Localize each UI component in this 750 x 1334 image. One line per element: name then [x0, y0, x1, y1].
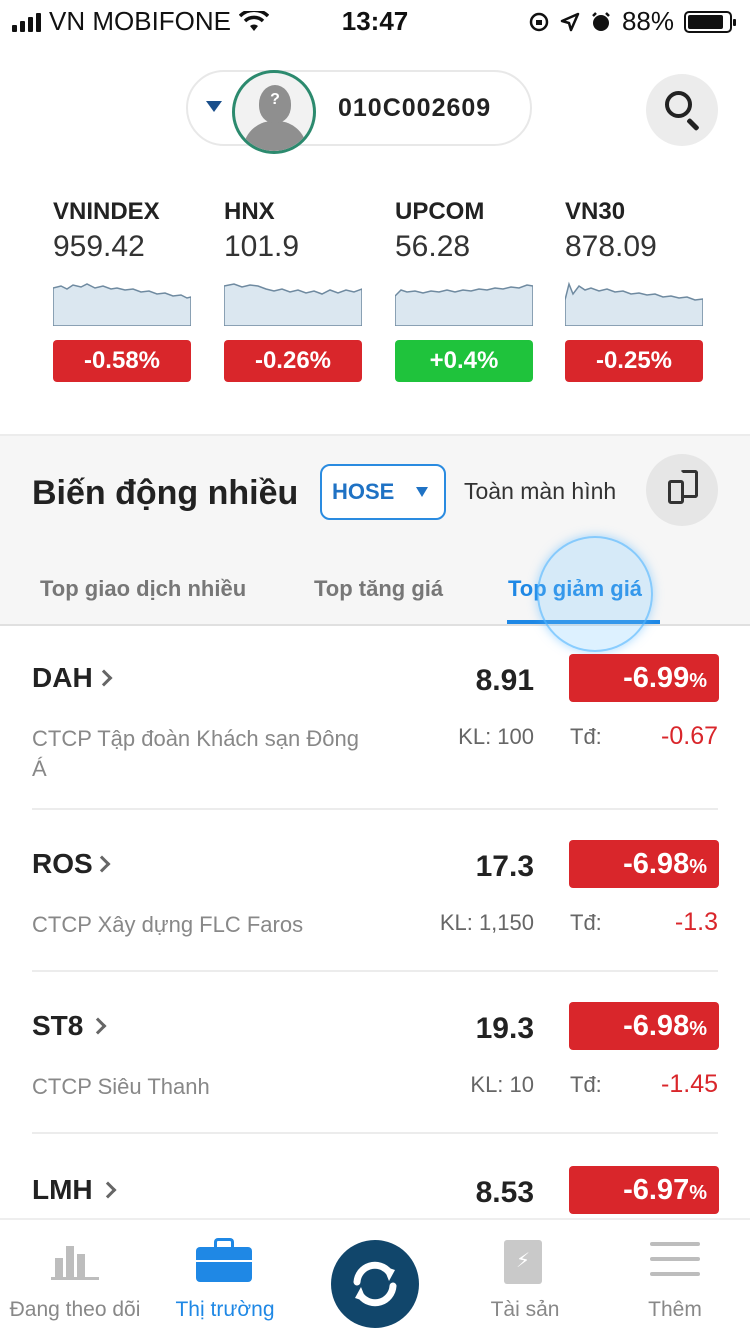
avatar-placeholder-mark: ? — [270, 91, 280, 108]
location-icon — [560, 12, 580, 31]
fullscreen-link[interactable]: Toàn màn hình — [464, 478, 616, 505]
stock-price: 19.3 — [475, 1012, 534, 1045]
lock-rotation-icon — [529, 12, 549, 31]
stock-row-ros[interactable]: ROS CTCP Xây dựng FLC Faros 17.3 KL: 1,1… — [0, 822, 750, 984]
account-id: 010C002609 — [338, 94, 492, 122]
status-right: 88% — [528, 6, 736, 37]
bottom-nav: Đang theo dõi Thị trường Tài sản Thêm — [0, 1218, 750, 1334]
change-percent-badge: -6.98% — [569, 840, 719, 888]
index-card-hnx[interactable]: HNX 101.9 -0.26% — [224, 198, 364, 382]
nav-item-watchlist[interactable]: Đang theo dõi — [0, 1220, 150, 1334]
index-name: VNINDEX — [53, 198, 160, 225]
search-icon — [665, 91, 692, 118]
section-title: Biến động nhiều — [32, 474, 299, 512]
row-divider — [32, 808, 718, 810]
index-card-vnindex[interactable]: VNINDEX 959.42 -0.58% — [53, 198, 193, 382]
index-value: 101.9 — [224, 230, 300, 263]
index-value: 878.09 — [565, 230, 657, 263]
search-button[interactable] — [646, 74, 718, 146]
index-change-badge: -0.26% — [224, 340, 362, 382]
tab-top-gainers[interactable]: Top tăng giá — [314, 576, 443, 602]
status-bar: VN MOBIFONE 13:47 88% — [0, 0, 750, 40]
nav-item-assets[interactable]: Tài sản — [450, 1220, 600, 1334]
change-label: Tđ: — [570, 724, 602, 749]
row-divider — [32, 970, 718, 972]
row-divider — [32, 1132, 718, 1134]
change-label: Tđ: — [570, 910, 602, 935]
nav-label: Thêm — [648, 1298, 702, 1321]
index-value: 959.42 — [53, 230, 145, 263]
stock-symbol: ROS — [32, 848, 93, 879]
nav-label: Thị trường — [175, 1298, 275, 1321]
exchange-dropdown[interactable]: HOSE — [320, 464, 446, 520]
alarm-icon — [592, 11, 610, 31]
nav-item-market[interactable]: Thị trường — [150, 1220, 300, 1334]
stock-symbol: DAH — [32, 662, 93, 693]
wallet-book-icon — [504, 1240, 542, 1284]
tab-top-volume[interactable]: Top giao dịch nhiều — [40, 576, 246, 602]
company-name: CTCP Xây dựng FLC Faros — [32, 912, 304, 937]
stock-symbol: ST8 — [32, 1010, 84, 1041]
price-change: -0.67 — [661, 722, 718, 750]
briefcase-icon — [196, 1238, 252, 1282]
company-name: CTCP Siêu Thanh — [32, 1074, 210, 1099]
index-change-badge: +0.4% — [395, 340, 533, 382]
stock-row-dah[interactable]: DAH CTCP Tập đoàn Khách sạn Đông Á 8.91 … — [0, 636, 750, 798]
stock-price: 8.53 — [475, 1176, 534, 1209]
change-percent-badge: -6.98% — [569, 1002, 719, 1050]
chevron-right-icon — [99, 1181, 117, 1199]
stock-row-lmh[interactable]: LMH 8.53 -6.97% — [0, 1148, 750, 1218]
price-change: -1.3 — [674, 908, 718, 936]
chevron-right-icon — [95, 669, 113, 687]
stock-symbol: LMH — [32, 1174, 93, 1205]
company-name: CTCP Tập đoàn Khách sạn Đông Á — [32, 726, 359, 781]
trade-exchange-button[interactable] — [331, 1240, 419, 1328]
sparkline-chart — [224, 283, 362, 326]
battery-icon — [684, 10, 736, 33]
index-change-badge: -0.25% — [565, 340, 703, 382]
rotate-screen-button[interactable] — [646, 454, 718, 526]
index-name: UPCOM — [395, 198, 485, 225]
exchange-icon — [353, 1261, 397, 1307]
sparkline-chart — [565, 281, 703, 326]
change-percent-badge: -6.97% — [569, 1166, 719, 1214]
stock-price: 8.91 — [475, 664, 534, 697]
index-name: HNX — [224, 198, 275, 225]
caret-down-icon — [416, 487, 428, 497]
price-change: -1.45 — [661, 1070, 718, 1098]
exchange-label: HOSE — [332, 479, 395, 504]
bar-chart-icon — [51, 1240, 99, 1280]
stock-row-st8[interactable]: ST8 CTCP Siêu Thanh 19.3 KL: 10 -6.98% T… — [0, 984, 750, 1146]
index-name: VN30 — [565, 198, 626, 225]
stock-volume: KL: 100 — [458, 724, 534, 749]
index-card-vn30[interactable]: VN30 878.09 -0.25% — [565, 198, 705, 382]
avatar: ? — [232, 70, 316, 154]
touch-ripple — [537, 536, 653, 652]
stock-volume: KL: 10 — [470, 1072, 534, 1097]
chevron-right-icon — [93, 855, 111, 873]
account-selector[interactable]: ? 010C002609 — [186, 70, 532, 154]
chevron-right-icon — [89, 1017, 107, 1035]
nav-item-more[interactable]: Thêm — [600, 1220, 750, 1334]
battery-fill — [688, 14, 724, 29]
battery-percent: 88% — [621, 6, 674, 36]
stock-volume: KL: 1,150 — [439, 910, 534, 935]
sparkline-chart — [53, 283, 191, 326]
sparkline-chart — [395, 284, 533, 326]
index-change-badge: -0.58% — [53, 340, 191, 382]
index-value: 56.28 — [395, 230, 471, 263]
change-label: Tđ: — [570, 1072, 602, 1097]
caret-down-icon — [206, 101, 222, 112]
index-card-upcom[interactable]: UPCOM 56.28 +0.4% — [395, 198, 535, 382]
stock-price: 17.3 — [475, 850, 534, 883]
change-percent-badge: -6.99% — [569, 654, 719, 702]
menu-icon — [650, 1242, 700, 1278]
